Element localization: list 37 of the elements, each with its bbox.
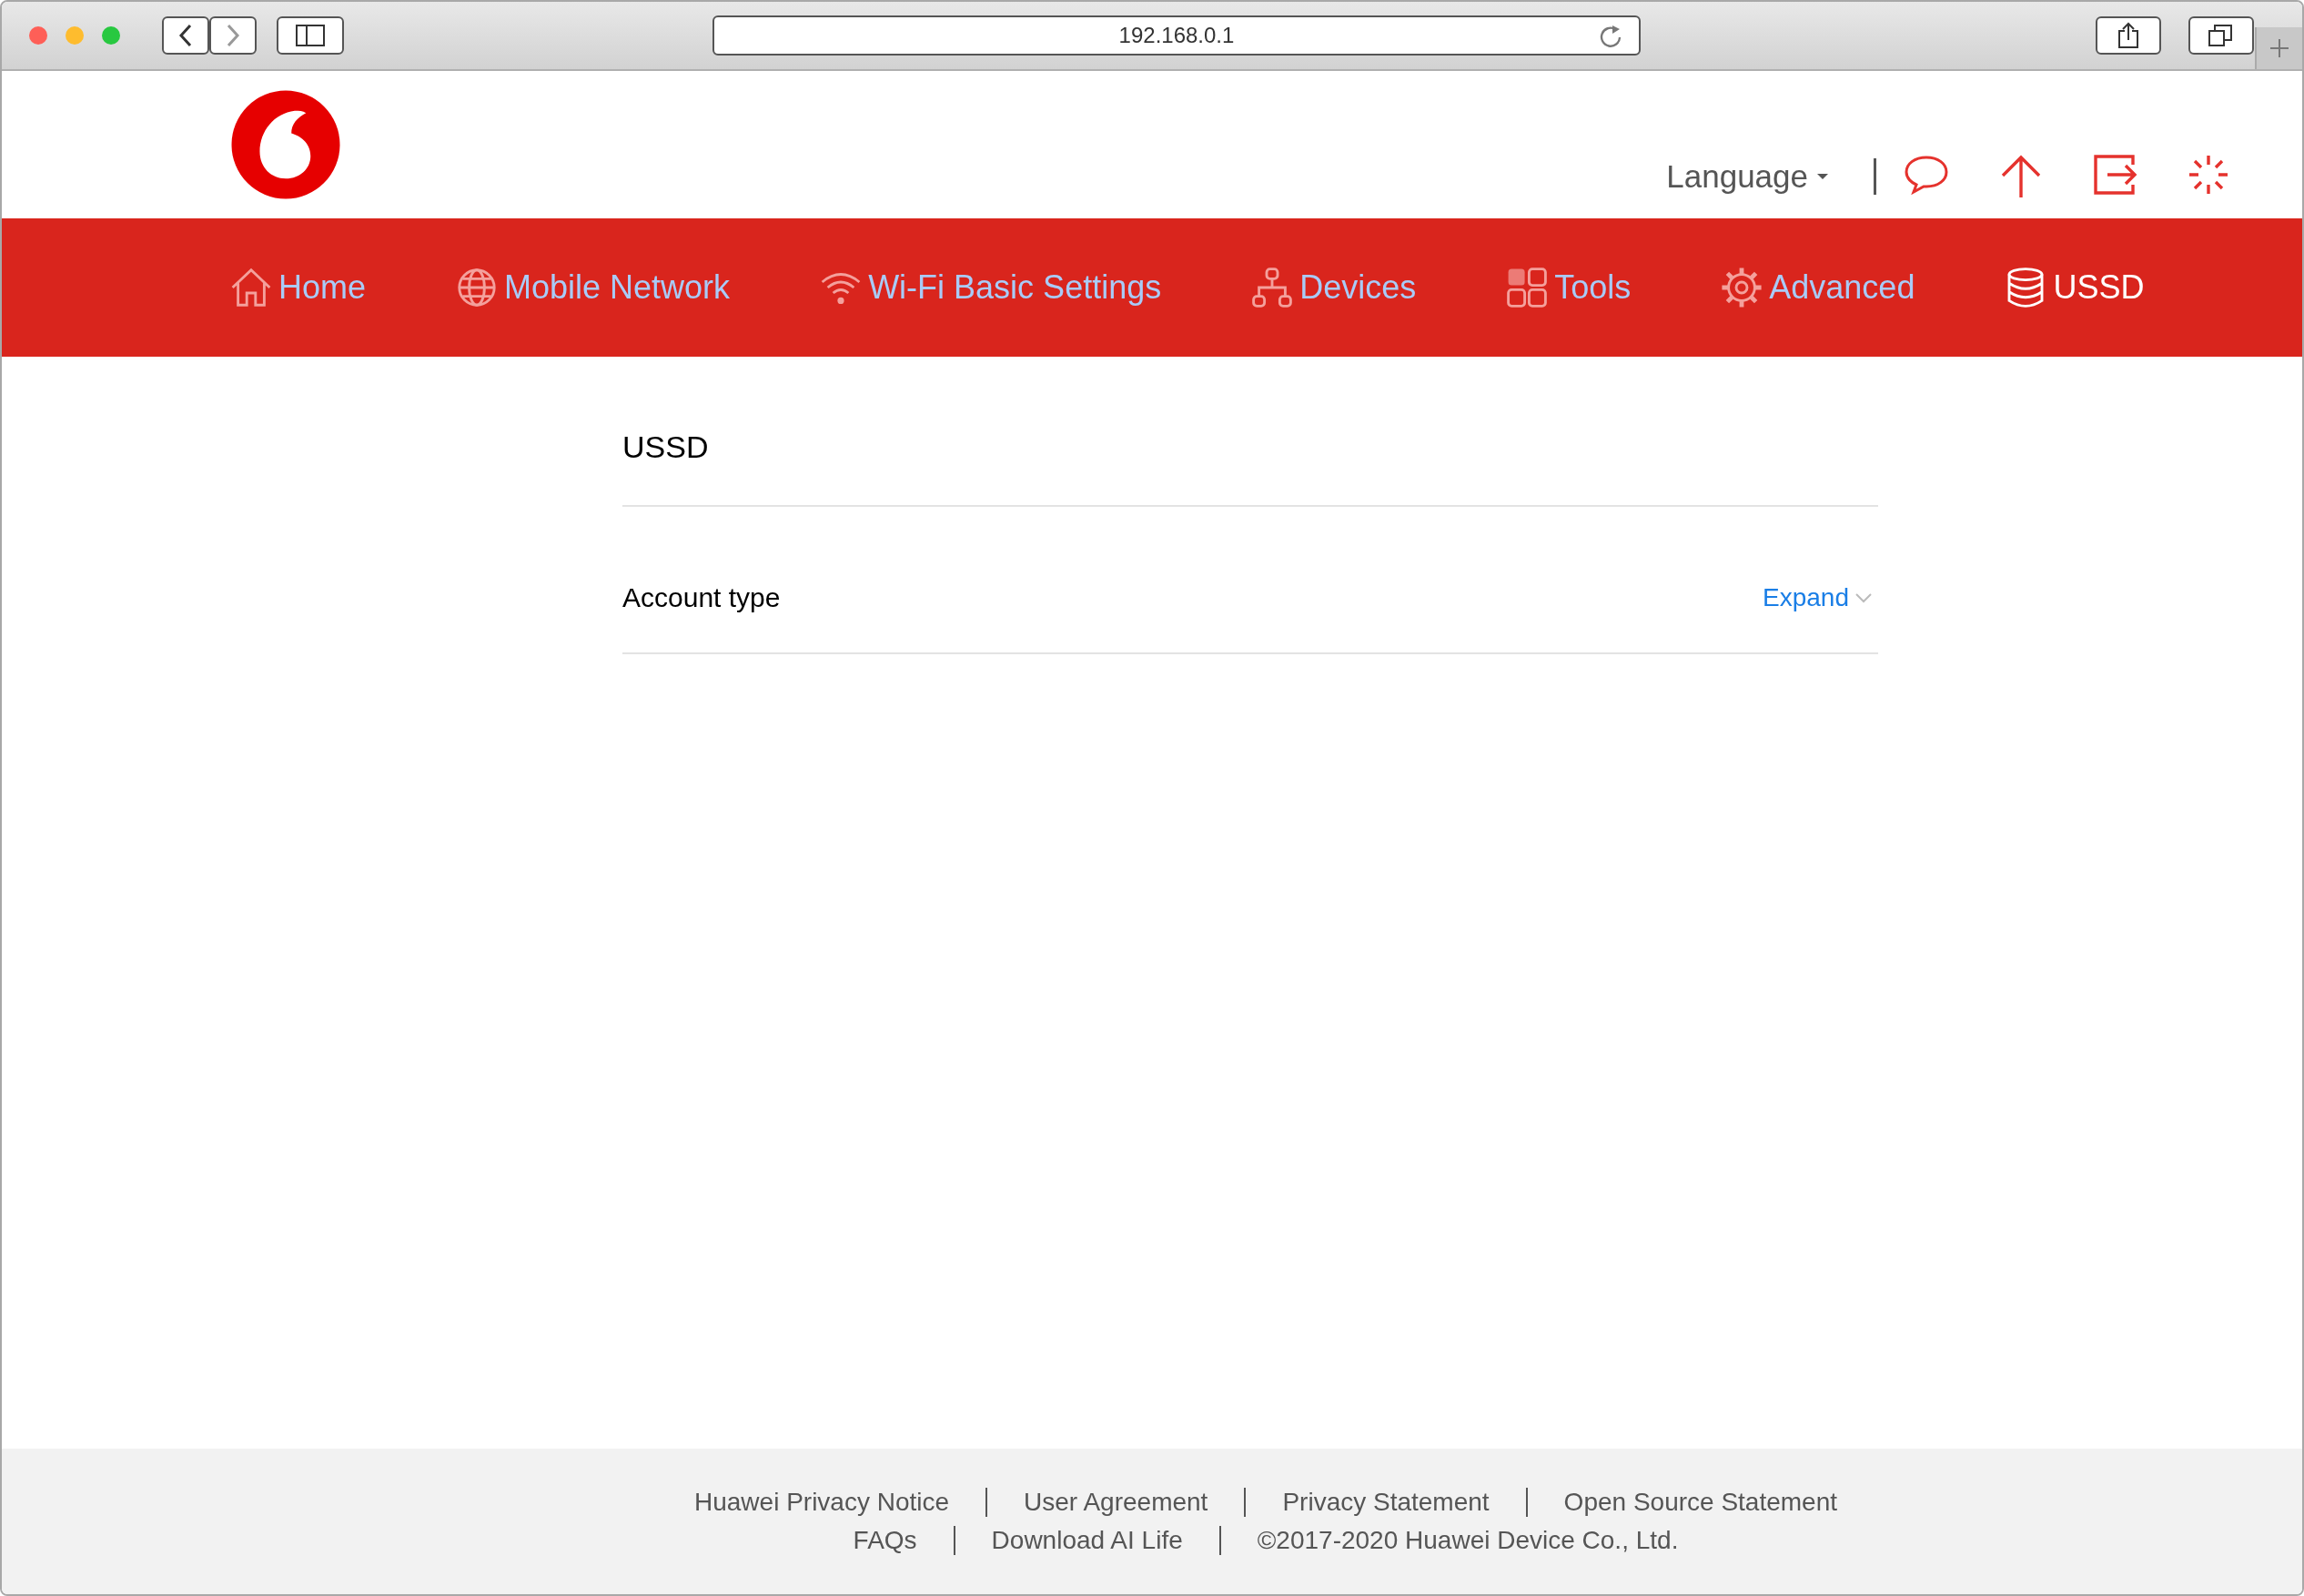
footer-link[interactable]: Huawei Privacy Notice bbox=[657, 1488, 986, 1517]
chevron-left-icon bbox=[178, 24, 193, 47]
share-icon bbox=[2117, 22, 2139, 49]
footer-link[interactable]: Open Source Statement bbox=[1525, 1488, 1874, 1517]
chevron-icon bbox=[1854, 592, 1873, 603]
tabs-icon bbox=[2208, 23, 2235, 48]
forward-button[interactable] bbox=[209, 16, 257, 55]
home-icon bbox=[229, 266, 273, 309]
new-tab-button[interactable] bbox=[2255, 27, 2302, 69]
expand-link[interactable]: Expand bbox=[1763, 583, 1873, 612]
loading-icon[interactable] bbox=[2188, 154, 2229, 196]
sidebar-button[interactable] bbox=[277, 16, 344, 55]
speech-bubble-icon[interactable] bbox=[1904, 154, 1949, 196]
back-button[interactable] bbox=[162, 16, 209, 55]
url-text: 192.168.0.1 bbox=[1118, 23, 1235, 48]
close-window-button[interactable] bbox=[29, 26, 47, 45]
page-title: USSD bbox=[622, 357, 1878, 507]
chevron-right-icon bbox=[226, 24, 240, 47]
address-bar[interactable]: 192.168.0.1 bbox=[712, 15, 1641, 56]
gear-icon bbox=[1720, 266, 1764, 309]
language-dropdown[interactable]: Language bbox=[1666, 158, 1830, 195]
sidebar-icon bbox=[296, 25, 325, 46]
footer-link[interactable]: FAQs bbox=[816, 1526, 954, 1555]
caret-icon bbox=[1815, 172, 1830, 181]
nav-tab[interactable]: USSD bbox=[2004, 266, 2145, 309]
footer-link[interactable]: Download AI Life bbox=[953, 1526, 1219, 1555]
reload-icon[interactable] bbox=[1599, 25, 1622, 48]
grid-icon bbox=[1505, 266, 1550, 309]
footer-link[interactable]: User Agreement bbox=[985, 1488, 1245, 1517]
network-icon bbox=[1250, 266, 1295, 309]
footer-link[interactable]: Privacy Statement bbox=[1244, 1488, 1526, 1517]
plus-icon bbox=[2269, 37, 2290, 59]
logout-icon[interactable] bbox=[2093, 154, 2138, 196]
section-label: Account type bbox=[622, 582, 781, 613]
share-button[interactable] bbox=[2096, 16, 2161, 55]
footer-link[interactable]: ©2017-2020 Huawei Device Co., Ltd. bbox=[1218, 1526, 1715, 1555]
tabs-button[interactable] bbox=[2188, 16, 2254, 55]
